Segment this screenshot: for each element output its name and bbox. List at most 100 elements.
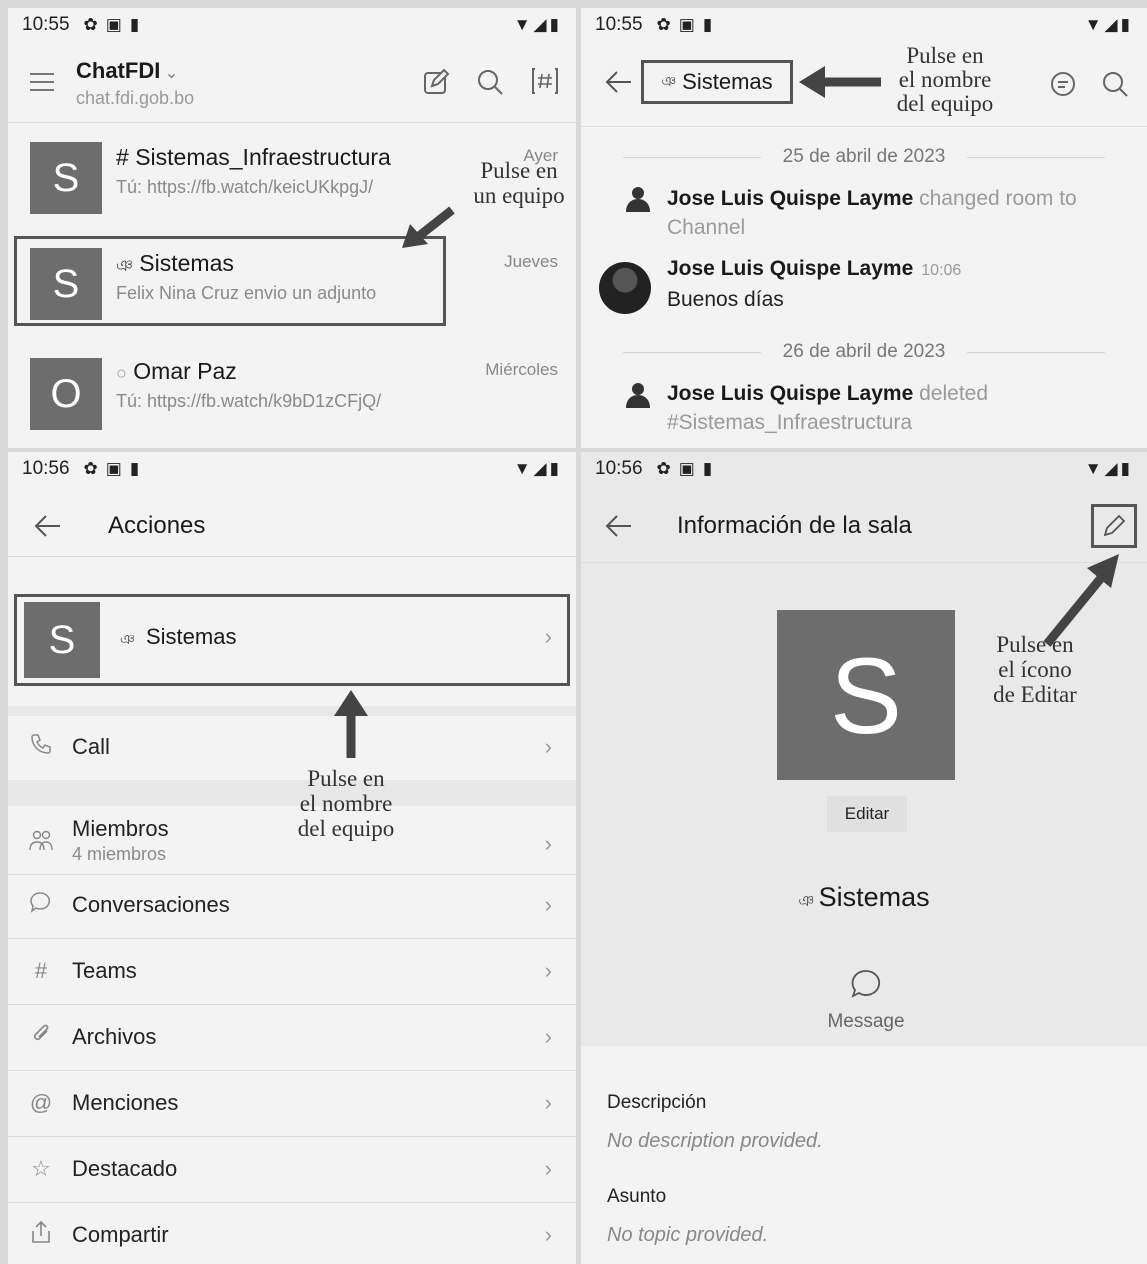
signal-battery-icon: ▼◢▮ xyxy=(1084,15,1133,34)
message-button[interactable]: Message xyxy=(809,966,923,1033)
team-icon: ঞ xyxy=(661,73,677,89)
action-archivos[interactable]: Archivos › xyxy=(8,1004,576,1070)
message-author: Jose Luis Quispe Layme xyxy=(667,382,914,405)
back-arrow-icon[interactable] xyxy=(603,512,633,540)
system-message: Jose Luis Quispe Layme changed room to C… xyxy=(667,184,1137,242)
discussion-icon xyxy=(26,890,56,920)
app-bar: ঞ Sistemas xyxy=(581,58,1147,108)
notification-icons: ✿▣▮ xyxy=(83,459,148,478)
members-icon xyxy=(26,828,56,858)
description-label: Descripción xyxy=(607,1092,707,1113)
signal-battery-icon: ▼◢▮ xyxy=(513,15,562,34)
share-icon xyxy=(26,1220,56,1250)
page-title: Acciones xyxy=(108,512,206,539)
actions-panel: 10:56 ✿▣▮ ▼◢▮ Acciones S ঞ Sistemas › Ca… xyxy=(8,452,576,1264)
server-url: chat.fdi.gob.bo xyxy=(76,88,195,108)
room-avatar: S xyxy=(777,610,955,780)
status-time: 10:56 xyxy=(595,458,643,479)
chevron-right-icon: › xyxy=(544,892,552,917)
status-bar: 10:55 ✿▣▮ ▼◢▮ xyxy=(8,8,576,42)
chat-message[interactable]: Jose Luis Quispe Layme 10:06 Buenos días xyxy=(667,254,1137,314)
action-compartir[interactable]: Compartir › xyxy=(8,1202,576,1264)
search-icon[interactable] xyxy=(476,68,504,96)
room-name: # Sistemas_Infraestructura xyxy=(116,144,391,170)
phone-icon xyxy=(26,733,56,761)
user-avatar-icon xyxy=(626,187,650,212)
action-destacado[interactable]: ☆ Destacado › xyxy=(8,1136,576,1202)
menu-icon[interactable] xyxy=(28,70,56,94)
notification-icons: ✿▣▮ xyxy=(656,459,721,478)
message-time: 10:06 xyxy=(921,262,962,279)
room-name-heading: ঞ Sistemas xyxy=(798,882,930,912)
avatar: S xyxy=(30,142,102,214)
action-teams[interactable]: # Teams › xyxy=(8,938,576,1004)
message-author: Jose Luis Quispe Layme xyxy=(667,187,914,210)
chevron-right-icon: › xyxy=(544,1024,552,1049)
paperclip-icon xyxy=(26,1022,56,1052)
last-message: Tú: https://fb.watch/k9bD1zCFjQ/ xyxy=(116,391,382,411)
room-info-panel: 10:56 ✿▣▮ ▼◢▮ Información de la sala S E… xyxy=(581,452,1147,1264)
pencil-icon xyxy=(1103,514,1126,537)
date-separator: 26 de abril de 2023 xyxy=(601,340,1127,364)
status-bar: 10:56 ✿▣▮ ▼◢▮ xyxy=(8,452,576,486)
edit-button[interactable] xyxy=(1091,504,1137,548)
chevron-right-icon: › xyxy=(544,1090,552,1115)
room-date: Jueves xyxy=(504,252,558,271)
signal-battery-icon: ▼◢▮ xyxy=(1084,459,1133,478)
action-menciones[interactable]: @ Menciones › xyxy=(8,1070,576,1136)
app-bar: Acciones xyxy=(8,502,576,552)
room-chat-panel: 10:55 ✿▣▮ ▼◢▮ ঞ Sistemas Pulse en el nom… xyxy=(581,8,1147,448)
chevron-right-icon: › xyxy=(544,734,552,759)
page-title: Información de la sala xyxy=(677,512,912,539)
avatar: O xyxy=(30,358,102,430)
status-bar: 10:55 ✿▣▮ ▼◢▮ xyxy=(581,8,1147,42)
search-icon[interactable] xyxy=(1101,70,1129,98)
action-miembros[interactable]: Miembros 4 miembros › xyxy=(8,806,576,882)
status-bar: 10:56 ✿▣▮ ▼◢▮ xyxy=(581,452,1147,486)
room-list-panel: 10:55 ✿▣▮ ▼◢▮ ChatFDI ⌄ chat.fdi.gob.bo … xyxy=(8,8,576,448)
threads-icon[interactable] xyxy=(1049,70,1077,98)
description-value: No description provided. xyxy=(607,1130,823,1152)
hash-icon: # xyxy=(34,958,48,983)
back-arrow-icon[interactable] xyxy=(603,68,633,96)
edit-avatar-button[interactable]: Editar xyxy=(827,796,907,832)
status-icon: ○ xyxy=(116,363,127,383)
annotation-text: Pulse en el ícono de Editar xyxy=(993,632,1077,707)
user-avatar-icon xyxy=(626,383,650,408)
chevron-right-icon: › xyxy=(544,831,552,856)
action-conversaciones[interactable]: Conversaciones › xyxy=(8,872,576,938)
annotation-arrow-icon xyxy=(799,66,885,98)
highlight-box xyxy=(14,594,570,686)
workspace-title: ChatFDI xyxy=(76,58,161,83)
topic-label: Asunto xyxy=(607,1186,667,1207)
message-author: Jose Luis Quispe Layme xyxy=(667,257,914,280)
signal-battery-icon: ▼◢▮ xyxy=(513,459,562,478)
directory-icon[interactable] xyxy=(530,66,560,96)
notification-icons: ✿▣▮ xyxy=(656,15,721,34)
chevron-right-icon: › xyxy=(544,1156,552,1181)
chevron-right-icon: › xyxy=(544,1222,552,1247)
annotation-text: Pulse en un equipo xyxy=(473,158,565,208)
highlight-box xyxy=(14,236,446,326)
topic-value: No topic provided. xyxy=(607,1224,769,1246)
status-time: 10:56 xyxy=(22,458,70,479)
edit-icon[interactable] xyxy=(422,68,450,96)
chevron-right-icon: › xyxy=(544,958,552,983)
room-title-button[interactable]: ঞ Sistemas xyxy=(641,60,793,104)
room-item-omar-paz[interactable]: O ○ Omar Paz Tú: https://fb.watch/k9bD1z… xyxy=(8,346,576,436)
chevron-down-icon: ⌄ xyxy=(164,65,179,82)
message-icon xyxy=(851,970,881,998)
message-text: Buenos días xyxy=(667,288,784,311)
status-time: 10:55 xyxy=(22,14,70,35)
notification-icons: ✿▣▮ xyxy=(83,15,148,34)
last-message: Tú: https://fb.watch/keicUKkpgJ/ xyxy=(116,177,374,197)
user-avatar[interactable] xyxy=(599,262,651,314)
star-icon: ☆ xyxy=(31,1156,51,1181)
app-bar: Información de la sala xyxy=(581,502,1147,552)
team-icon: ঞ xyxy=(798,893,815,910)
back-arrow-icon[interactable] xyxy=(32,512,62,540)
members-count: 4 miembros xyxy=(72,844,167,864)
at-icon: @ xyxy=(29,1090,53,1115)
date-separator: 25 de abril de 2023 xyxy=(601,145,1127,169)
workspace-switcher[interactable]: ChatFDI ⌄ chat.fdi.gob.bo xyxy=(76,58,194,109)
